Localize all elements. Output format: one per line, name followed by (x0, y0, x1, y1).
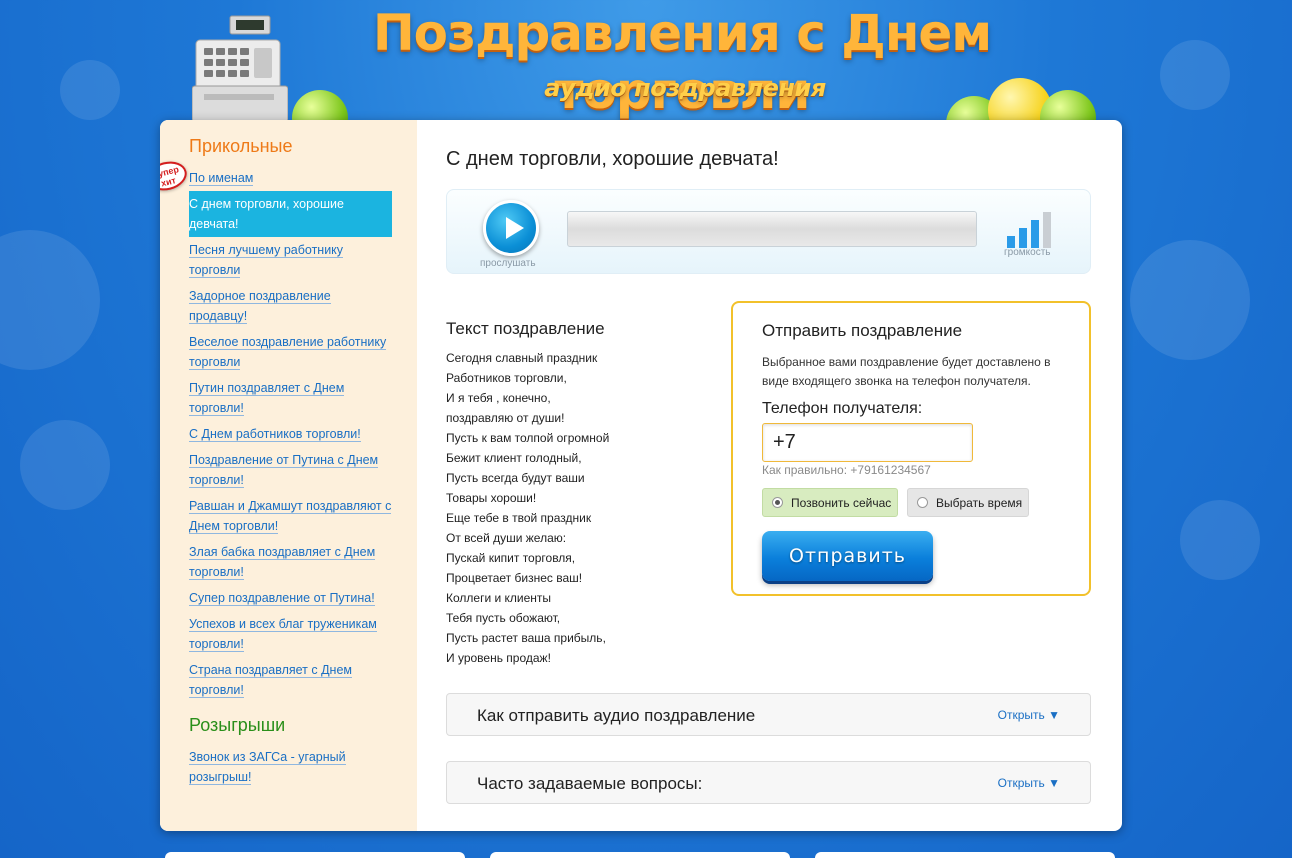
main-content: С днем торговли, хорошие девчата! прослу… (417, 120, 1122, 831)
progress-bar[interactable] (567, 211, 977, 247)
sidebar-list-pranks: Звонок из ЗАГСа - угарный розыгрыш! (189, 744, 392, 790)
page-title: С днем торговли, хорошие девчата! (446, 148, 779, 170)
poem-line: Процветает бизнес ваш! (446, 571, 583, 585)
sidebar-item[interactable]: С днем торговли, хорошие девчата! (189, 191, 392, 237)
sidebar-item-label: Путин поздравляет с Днем торговли! (189, 381, 345, 416)
bottom-panel (815, 852, 1115, 858)
sidebar-item-label: Равшан и Джамшут поздравляют с Днем торг… (189, 499, 392, 534)
sidebar-item[interactable]: Песня лучшему работнику торговли (189, 237, 392, 283)
text-heading: Текст поздравление (446, 319, 605, 338)
poem-line: И я тебя , конечно, (446, 391, 551, 405)
poem-line: Бежит клиент голодный, (446, 451, 582, 465)
radio-checked-icon (772, 497, 783, 508)
sidebar-item[interactable]: Веселое поздравление работнику торговли (189, 329, 392, 375)
sidebar-item[interactable]: Путин поздравляет с Днем торговли! (189, 375, 392, 421)
play-button[interactable] (483, 200, 539, 256)
sidebar-list: По именам С днем торговли, хорошие девчат… (189, 165, 392, 703)
poem-line: От всей души желаю: (446, 531, 567, 545)
sidebar-item[interactable]: Равшан и Джамшут поздравляют с Днем торг… (189, 493, 392, 539)
sidebar-item-label: По именам (189, 171, 254, 186)
sidebar-item-label: С днем торговли, хорошие девчата! (189, 197, 344, 231)
volume-label: громкость (1004, 247, 1051, 258)
send-button[interactable]: Отправить (762, 531, 933, 581)
sidebar-item-label: С Днем работников торговли! (189, 427, 361, 442)
bokeh-decoration (0, 230, 100, 370)
volume-icon[interactable] (1007, 210, 1055, 248)
sidebar-item-label: Веселое поздравление работнику торговли (189, 335, 387, 370)
send-description: Выбранное вами поздравление будет достав… (762, 355, 1051, 388)
sidebar-item-label: Злая бабка поздравляет с Днем торговли! (189, 545, 376, 580)
sidebar-item-label: Звонок из ЗАГСа - угарный розыгрыш! (189, 750, 346, 785)
sidebar-item-label: Задорное поздравление продавцу! (189, 289, 331, 324)
sidebar-item-label: Супер поздравление от Путина! (189, 591, 375, 606)
sidebar-heading-pranks: Розыгрыши (189, 715, 286, 735)
poem-line: поздравляю от души! (446, 411, 565, 425)
choose-time-label: Выбрать время (936, 496, 1023, 510)
audio-player: прослушать громкость (446, 189, 1091, 274)
volume-bar (1043, 212, 1051, 248)
super-hit-badge: супер хит (160, 157, 190, 195)
volume-bar (1031, 220, 1039, 248)
call-now-label: Позвонить сейчас (791, 496, 892, 510)
accordion-title: Часто задаваемые вопросы: (477, 774, 703, 793)
bottom-panel (165, 852, 465, 858)
sidebar-item[interactable]: С Днем работников торговли! (189, 421, 392, 447)
volume-bar (1019, 228, 1027, 248)
poem-text: Сегодня славный праздник Работников торго… (446, 348, 706, 668)
sidebar-item[interactable]: Успехов и всех благ труженикам торговли! (189, 611, 392, 657)
poem-line: Пускай кипит торговля, (446, 551, 576, 565)
main-card: Прикольные По именам С днем торговли, хор… (160, 120, 1122, 831)
sidebar-item[interactable]: По именам (189, 165, 392, 191)
poem-line: Сегодня славный праздник (446, 351, 598, 365)
sidebar-item[interactable]: Звонок из ЗАГСа - угарный розыгрыш! (189, 744, 392, 790)
sidebar-item[interactable]: Супер поздравление от Путина! (189, 585, 392, 611)
radio-unchecked-icon (917, 497, 928, 508)
sidebar-item-label: Успехов и всех благ труженикам торговли! (189, 617, 377, 652)
poem-line: Работников торговли, (446, 371, 567, 385)
sidebar-item-label: Поздравление от Путина с Днем торговли! (189, 453, 379, 488)
poem-line: И уровень продаж! (446, 651, 551, 665)
poem-line: Пусть к вам толпой огромной (446, 431, 610, 445)
bokeh-decoration (1130, 240, 1250, 360)
call-now-option[interactable]: Позвонить сейчас (762, 488, 898, 517)
phone-label: Телефон получателя: (762, 400, 923, 417)
send-title: Отправить поздравление (762, 321, 963, 340)
site-header: Поздравления с Днем торговли аудио поздр… (0, 0, 1292, 152)
poem-line: Товары хороши! (446, 491, 537, 505)
accordion-how-to-send[interactable]: Как отправить аудио поздравление Открыть… (446, 693, 1091, 736)
poem-line: Пусть растет ваша прибыль, (446, 631, 606, 645)
poem-line: Коллеги и клиенты (446, 591, 552, 605)
site-subtitle: аудио поздравления (544, 74, 826, 102)
sidebar-item-label: Страна поздравляет с Днем торговли! (189, 663, 353, 698)
poem-line: Пусть всегда будут ваши (446, 471, 585, 485)
sidebar-item[interactable]: Злая бабка поздравляет с Днем торговли! (189, 539, 392, 585)
sidebar-item[interactable]: Задорное поздравление продавцу! (189, 283, 392, 329)
sidebar-item[interactable]: Страна поздравляет с Днем торговли! (189, 657, 392, 703)
sidebar-heading-funny: Прикольные (189, 136, 293, 156)
sidebar-item-label: Песня лучшему работнику торговли (189, 243, 344, 278)
accordion-title: Как отправить аудио поздравление (477, 706, 756, 725)
phone-input[interactable] (762, 423, 973, 462)
poem-line: Еще тебе в твой праздник (446, 511, 592, 525)
bokeh-decoration (1180, 500, 1260, 580)
accordion-open-link[interactable]: Открыть ▼ (998, 708, 1060, 722)
sidebar: Прикольные По именам С днем торговли, хор… (160, 120, 417, 831)
play-label: прослушать (480, 258, 536, 269)
phone-hint: Как правильно: +79161234567 (762, 463, 931, 477)
accordion-faq[interactable]: Часто задаваемые вопросы: Открыть ▼ (446, 761, 1091, 804)
send-form: Отправить поздравление Выбранное вами по… (731, 301, 1091, 596)
bottom-panel (490, 852, 790, 858)
sidebar-item[interactable]: Поздравление от Путина с Днем торговли! (189, 447, 392, 493)
choose-time-option[interactable]: Выбрать время (907, 488, 1029, 517)
bokeh-decoration (20, 420, 110, 510)
poem-line: Тебя пусть обожают, (446, 611, 561, 625)
accordion-open-link[interactable]: Открыть ▼ (998, 776, 1060, 790)
site-title: Поздравления с Днем торговли (372, 4, 992, 120)
